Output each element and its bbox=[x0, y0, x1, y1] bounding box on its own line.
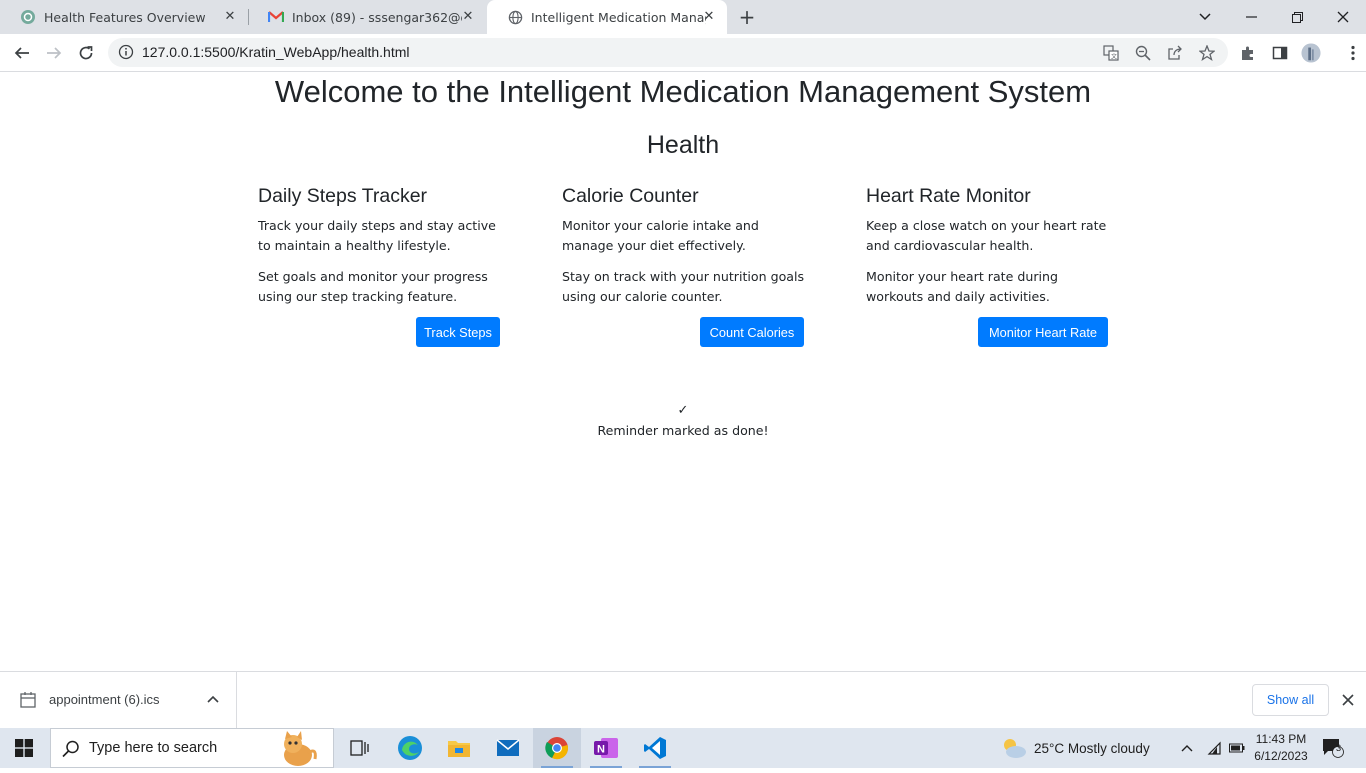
card-heart-rate: Heart Rate Monitor Keep a close watch on… bbox=[866, 185, 1116, 347]
forward-arrow-icon[interactable] bbox=[40, 39, 68, 67]
clock-date: 6/12/2023 bbox=[1254, 749, 1308, 763]
mail-icon[interactable] bbox=[484, 728, 532, 768]
site-info-icon[interactable] bbox=[118, 44, 134, 60]
minimize-icon[interactable] bbox=[1228, 0, 1274, 34]
edge-browser-icon[interactable] bbox=[386, 728, 434, 768]
card-description: Track your daily steps and stay active t… bbox=[258, 218, 496, 253]
vscode-icon[interactable] bbox=[631, 728, 679, 768]
extensions-puzzle-icon[interactable] bbox=[1238, 43, 1258, 63]
windows-taskbar: Type here to search N 25°C Mostly cloudy… bbox=[0, 728, 1366, 768]
chrome-icon[interactable] bbox=[533, 728, 581, 768]
battery-icon[interactable] bbox=[1229, 728, 1245, 768]
track-steps-button[interactable]: Track Steps bbox=[416, 317, 500, 347]
close-tab-icon[interactable]: ✕ bbox=[222, 9, 238, 25]
bookmark-star-icon[interactable] bbox=[1198, 44, 1216, 62]
tab-search-chevron-icon[interactable] bbox=[1182, 0, 1228, 34]
zoom-icon[interactable] bbox=[1134, 44, 1152, 62]
windows-start-icon[interactable] bbox=[0, 728, 48, 768]
reload-icon[interactable] bbox=[72, 39, 100, 67]
restore-icon[interactable] bbox=[1274, 0, 1320, 34]
card-description: Monitor your calorie intake and manage y… bbox=[562, 218, 759, 253]
browser-tab-strip: Health Features Overview ✕ Inbox (89) - … bbox=[0, 0, 1366, 34]
svg-text:N: N bbox=[597, 744, 605, 756]
page-title: Welcome to the Intelligent Medication Ma… bbox=[274, 74, 1092, 109]
tab-title: Inbox (89) - sssengar362@gmail.com bbox=[292, 9, 462, 25]
svg-text:文: 文 bbox=[1111, 53, 1117, 61]
file-explorer-icon[interactable] bbox=[435, 728, 483, 768]
count-calories-button[interactable]: Count Calories bbox=[700, 317, 804, 347]
clock-time: 11:43 PM bbox=[1255, 732, 1307, 746]
download-item[interactable]: appointment (6).ics bbox=[0, 672, 237, 728]
profile-avatar[interactable] bbox=[1301, 43, 1321, 63]
show-all-button[interactable]: Show all bbox=[1252, 684, 1329, 716]
translate-icon[interactable]: 文 bbox=[1102, 44, 1120, 62]
system-clock[interactable]: 11:43 PM 6/12/2023 bbox=[1245, 731, 1317, 765]
close-tab-icon[interactable]: ✕ bbox=[701, 9, 717, 25]
calendar-file-icon bbox=[19, 691, 37, 709]
tab-title: Health Features Overview bbox=[44, 9, 206, 25]
card-description: Keep a close watch on your heart rate an… bbox=[866, 218, 1107, 253]
card-description: Monitor your heart rate during workouts … bbox=[866, 269, 1058, 304]
tab-health-features[interactable]: Health Features Overview ✕ bbox=[0, 0, 248, 34]
downloads-bar: appointment (6).ics Show all bbox=[0, 671, 1366, 728]
wifi-icon[interactable] bbox=[1206, 728, 1222, 768]
card-title: Daily Steps Tracker bbox=[258, 185, 428, 207]
card-title: Heart Rate Monitor bbox=[866, 185, 1031, 207]
new-tab-plus-icon[interactable]: + bbox=[735, 5, 759, 29]
download-filename: appointment (6).ics bbox=[49, 692, 160, 707]
url-text: 127.0.0.1:5500/Kratin_WebApp/health.html bbox=[142, 44, 410, 60]
taskbar-search-box[interactable]: Type here to search bbox=[50, 728, 334, 768]
chatgpt-icon bbox=[20, 9, 36, 25]
weather-widget[interactable]: 25°C Mostly cloudy bbox=[1000, 728, 1150, 768]
reminder-status-text: Reminder marked as done! bbox=[597, 423, 769, 438]
search-placeholder: Type here to search bbox=[89, 740, 218, 756]
side-panel-icon[interactable] bbox=[1270, 43, 1290, 63]
tab-title: Intelligent Medication Management System bbox=[531, 9, 706, 25]
card-description: Set goals and monitor your progress usin… bbox=[258, 269, 488, 304]
monitor-heart-rate-button[interactable]: Monitor Heart Rate bbox=[978, 317, 1108, 347]
show-hidden-icons-chevron-icon[interactable] bbox=[1180, 728, 1194, 768]
cloudy-weather-icon bbox=[1004, 739, 1026, 758]
close-window-icon[interactable] bbox=[1320, 0, 1366, 34]
browser-toolbar: 127.0.0.1:5500/Kratin_WebApp/health.html… bbox=[0, 34, 1366, 72]
search-icon bbox=[61, 739, 81, 759]
checkmark-icon: ✓ bbox=[677, 403, 689, 418]
globe-icon bbox=[507, 9, 523, 25]
task-view-icon[interactable] bbox=[336, 728, 384, 768]
section-heading: Health bbox=[646, 131, 720, 159]
close-tab-icon[interactable]: ✕ bbox=[460, 9, 476, 25]
close-downloads-icon[interactable] bbox=[1339, 691, 1357, 709]
card-daily-steps: Daily Steps Tracker Track your daily ste… bbox=[258, 185, 508, 347]
notification-count: 3 bbox=[1335, 743, 1342, 754]
more-menu-icon[interactable] bbox=[1343, 43, 1363, 63]
weather-text: 25°C Mostly cloudy bbox=[1034, 740, 1150, 756]
tab-gmail-inbox[interactable]: Inbox (89) - sssengar362@gmail.com ✕ bbox=[248, 0, 486, 34]
card-title: Calorie Counter bbox=[562, 185, 699, 207]
back-arrow-icon[interactable] bbox=[8, 39, 36, 67]
share-icon[interactable] bbox=[1166, 44, 1184, 62]
page-content: Welcome to the Intelligent Medication Ma… bbox=[0, 72, 1366, 671]
card-description: Stay on track with your nutrition goals … bbox=[562, 269, 805, 304]
chevron-up-icon[interactable] bbox=[204, 691, 222, 709]
notification-center-icon[interactable]: 3 bbox=[1322, 728, 1344, 768]
address-bar[interactable]: 127.0.0.1:5500/Kratin_WebApp/health.html… bbox=[108, 38, 1228, 67]
onenote-icon[interactable]: N bbox=[582, 728, 630, 768]
gmail-icon bbox=[268, 9, 284, 25]
tab-medication-management[interactable]: Intelligent Medication Management System… bbox=[487, 0, 727, 34]
card-calorie-counter: Calorie Counter Monitor your calorie int… bbox=[562, 185, 812, 347]
search-highlight-cat-icon bbox=[273, 729, 323, 769]
